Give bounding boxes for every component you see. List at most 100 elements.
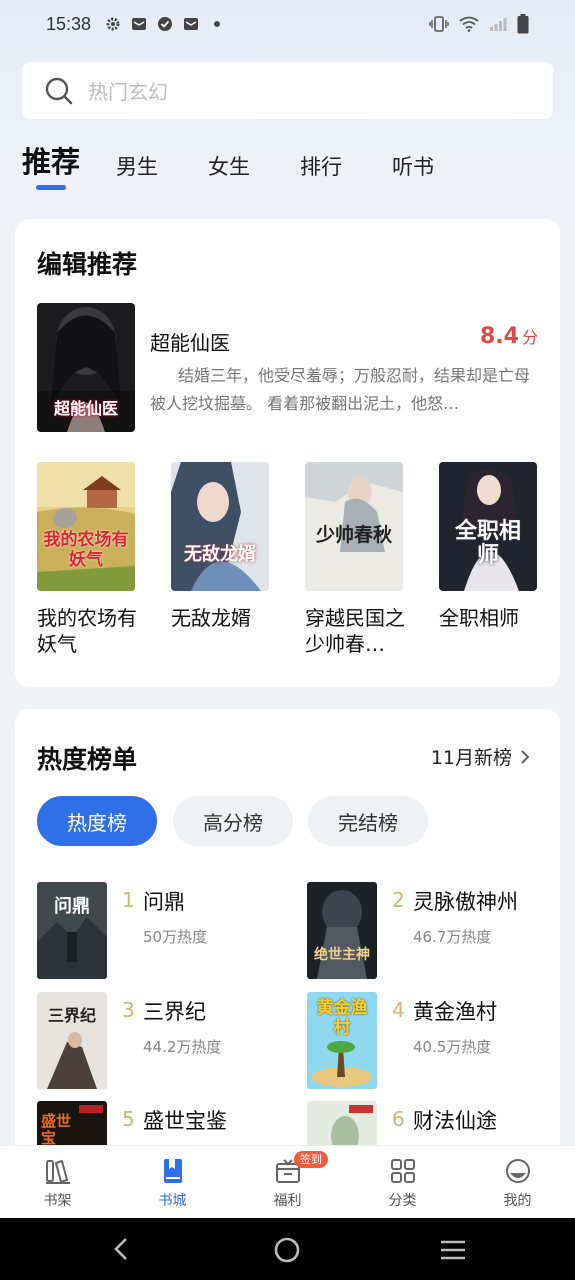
filter-high-score[interactable]: 高分榜 — [173, 796, 293, 846]
battery-icon — [517, 14, 529, 34]
settings-icon — [106, 17, 120, 31]
signal-icon — [490, 18, 507, 31]
rank-heat: 44.2万热度 — [143, 1038, 222, 1056]
chevron-right-icon — [521, 749, 530, 764]
rank-number: 1 — [122, 888, 135, 912]
bookstore-icon — [163, 1159, 182, 1183]
rank-item[interactable]: 三界纪 3 三界纪 44.2万热度 — [37, 992, 287, 1092]
nav-label: 书架 — [43, 1193, 72, 1209]
rank-number: 6 — [392, 1107, 405, 1131]
tab-ranking[interactable]: 排行 — [300, 145, 342, 189]
vibrate-icon — [429, 16, 449, 32]
book-cover: 少帅春秋 — [305, 462, 403, 591]
book-title: 全职相师 — [439, 606, 519, 630]
tab-male[interactable]: 男生 — [116, 145, 158, 189]
rank-title: 三界纪 — [143, 1000, 206, 1024]
profile-icon — [505, 1159, 530, 1183]
rank-book-cover: 黄金渔村 — [307, 992, 377, 1089]
status-bar: 15:38 — [0, 0, 575, 48]
tab-active-indicator — [36, 185, 66, 190]
more-label: 11月新榜 — [430, 747, 512, 769]
score-unit: 分 — [521, 328, 538, 347]
section-title: 编辑推荐 — [37, 250, 138, 279]
nav-welfare[interactable]: 签到 福利 — [230, 1146, 345, 1218]
book-cover: 无敌龙婿 — [171, 462, 269, 591]
rank-number: 4 — [392, 998, 405, 1022]
nav-label: 我的 — [503, 1193, 532, 1209]
rank-book-cover: 问鼎 — [37, 882, 107, 979]
rank-heat: 40.5万热度 — [413, 1038, 492, 1056]
category-icon — [390, 1159, 415, 1183]
tab-label: 推荐 — [22, 145, 81, 179]
featured-book-score: 8.4 分 — [480, 324, 538, 349]
book-cover: 全职相师 — [439, 462, 537, 591]
rank-item[interactable]: 问鼎 1 问鼎 50万热度 — [37, 882, 287, 982]
rank-cover-text: 绝世主神 — [314, 947, 370, 963]
bookshelf-icon — [45, 1159, 70, 1184]
rank-title: 盛世宝鉴 — [143, 1109, 227, 1133]
book-card[interactable]: 无敌龙婿 无敌龙婿 — [171, 462, 281, 657]
featured-book-title[interactable]: 超能仙医 — [150, 327, 230, 356]
home-icon[interactable] — [273, 1236, 301, 1264]
tab-recommend[interactable]: 推荐 — [22, 140, 81, 190]
status-system-icons — [429, 14, 529, 34]
featured-book-description: 结婚三年，他受尽羞辱；万般忍耐，结果却是亡母被人挖坟掘墓。 看着那被翻出泥土，他… — [150, 366, 531, 413]
filter-hot[interactable]: 热度榜 — [37, 796, 157, 846]
rank-title: 灵脉傲神州 — [413, 890, 518, 914]
dot-icon — [214, 21, 221, 27]
book-cover-text: 我的农场有妖气 — [43, 530, 129, 570]
tab-female[interactable]: 女生 — [208, 145, 250, 189]
nav-label: 分类 — [388, 1193, 417, 1209]
book-title: 我的农场有妖气 — [37, 606, 137, 656]
category-tabs: 推荐 男生 女生 排行 听书 — [22, 140, 484, 196]
nav-profile[interactable]: 我的 — [460, 1146, 575, 1218]
hot-list-card: 热度榜单 11月新榜 热度榜 高分榜 完结榜 问鼎 1 问鼎 50万热度 绝世主… — [15, 709, 560, 1169]
rank-item[interactable]: 绝世主神 2 灵脉傲神州 46.7万热度 — [307, 882, 557, 982]
rank-number: 3 — [122, 998, 135, 1022]
nav-category[interactable]: 分类 — [345, 1146, 460, 1218]
book-card[interactable]: 少帅春秋 穿越民国之少帅春… — [305, 462, 415, 657]
rank-item[interactable]: 黄金渔村 4 黄金渔村 40.5万热度 — [307, 992, 557, 1092]
status-time: 15:38 — [46, 13, 92, 34]
rank-book-cover: 绝世主神 — [307, 882, 377, 979]
book-cover: 我的农场有妖气 — [37, 462, 135, 591]
system-navigation-bar — [0, 1218, 575, 1280]
rank-cover-text: 问鼎 — [54, 896, 90, 917]
featured-cover-text: 超能仙医 — [53, 399, 118, 418]
rank-title: 问鼎 — [143, 890, 185, 914]
search-icon — [45, 77, 73, 104]
book-cover-text: 全职相师 — [454, 519, 521, 568]
nav-bookshelf[interactable]: 书架 — [0, 1146, 115, 1218]
rank-title: 财法仙途 — [413, 1109, 497, 1133]
rank-heat: 46.7万热度 — [413, 928, 492, 946]
featured-book-cover[interactable]: 超能仙医 — [37, 303, 135, 432]
rank-number: 2 — [392, 888, 405, 912]
rank-cover-text: 三界纪 — [47, 1006, 96, 1025]
nav-label: 书城 — [158, 1193, 187, 1209]
nav-bookstore[interactable]: 书城 — [115, 1146, 230, 1218]
search-placeholder: 热门玄幻 — [88, 80, 168, 104]
book-card[interactable]: 我的农场有妖气 我的农场有妖气 — [37, 462, 147, 657]
back-icon[interactable] — [110, 1236, 134, 1262]
section-title: 热度榜单 — [37, 745, 138, 774]
rank-title: 黄金渔村 — [413, 1000, 497, 1024]
nav-label: 福利 — [273, 1193, 302, 1209]
mail-icon — [132, 18, 147, 30]
search-input[interactable]: 热门玄幻 — [22, 62, 553, 119]
book-title: 穿越民国之少帅春… — [305, 606, 405, 656]
book-cover-text: 少帅春秋 — [315, 524, 392, 546]
tab-audiobook[interactable]: 听书 — [392, 145, 434, 189]
status-notification-icons — [105, 16, 225, 32]
mail-icon — [184, 18, 199, 30]
rank-heat: 50万热度 — [143, 928, 208, 946]
book-title: 无敌龙婿 — [171, 606, 251, 630]
wifi-icon — [459, 16, 479, 32]
recents-icon[interactable] — [439, 1239, 467, 1261]
hot-list-more-link[interactable]: 11月新榜 — [431, 743, 530, 770]
filter-completed[interactable]: 完结榜 — [308, 796, 428, 846]
book-card[interactable]: 全职相师 全职相师 — [439, 462, 549, 657]
bottom-navigation: 书架 书城 签到 福利 分类 我的 — [0, 1145, 575, 1218]
rank-book-cover: 三界纪 — [37, 992, 107, 1089]
rank-cover-text: 黄金渔村 — [316, 998, 368, 1038]
score-value: 8.4 — [480, 324, 519, 349]
